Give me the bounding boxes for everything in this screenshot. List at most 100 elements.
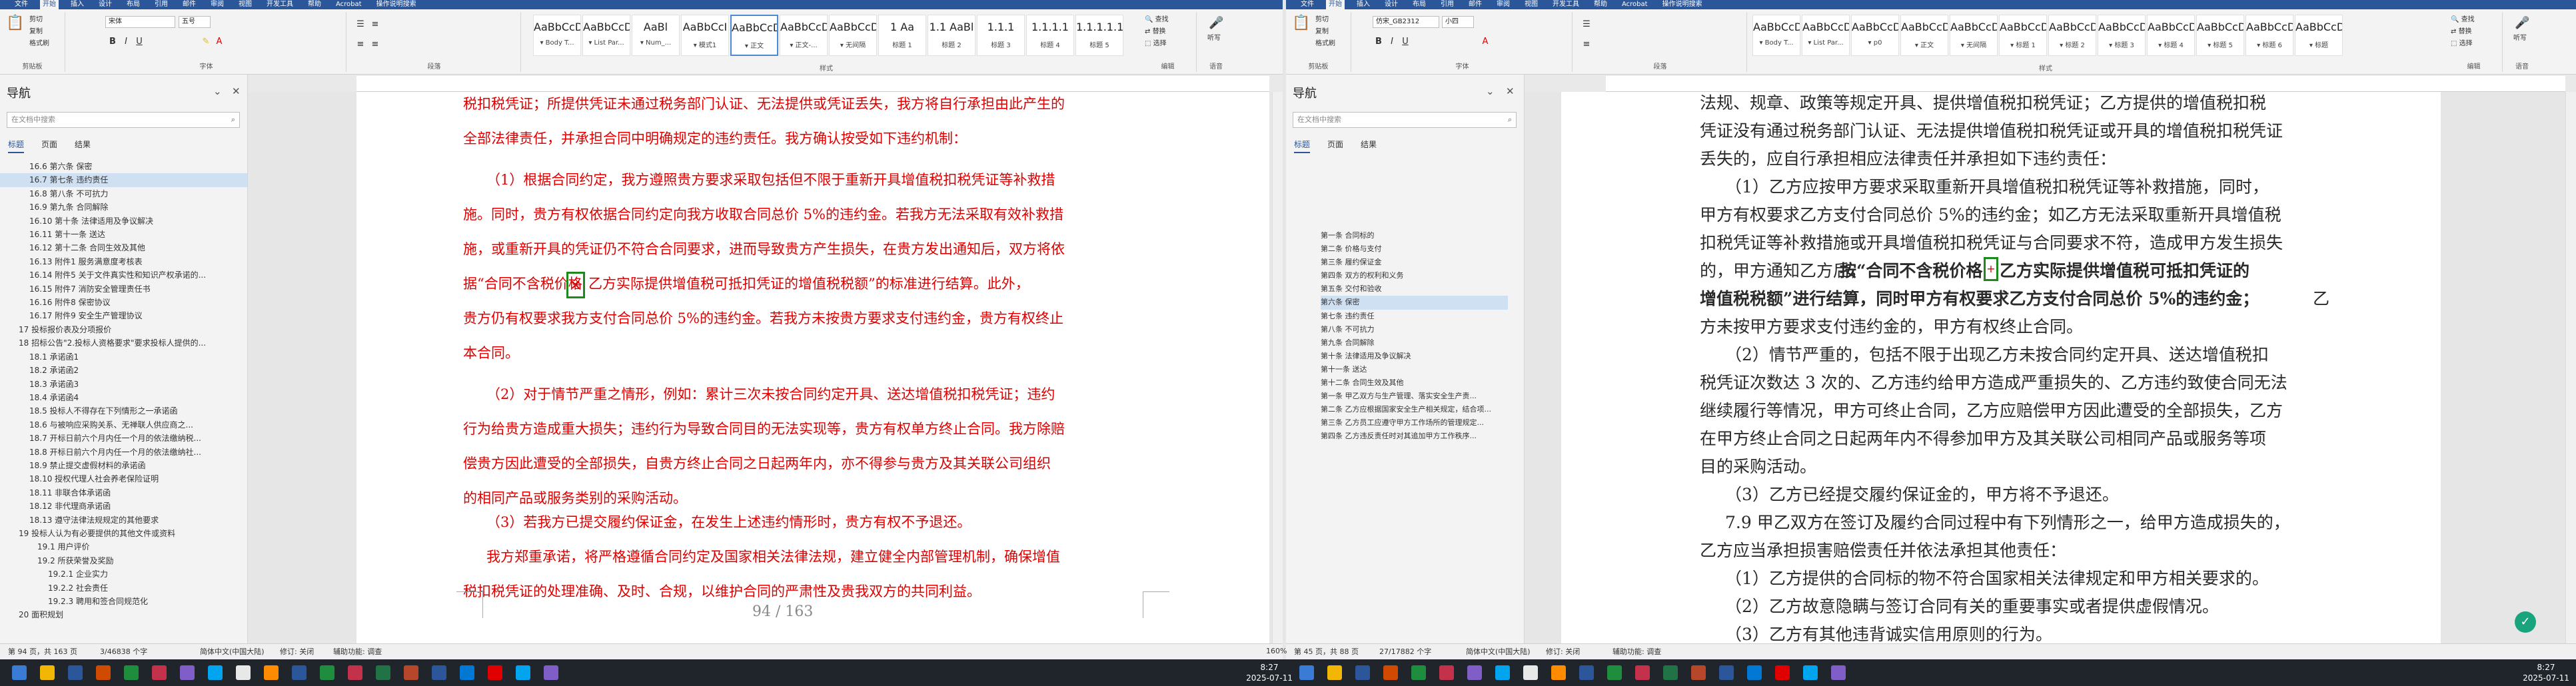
ribbon-tab[interactable]: 文件 bbox=[1298, 0, 1317, 9]
taskbar-app-icon[interactable] bbox=[96, 665, 111, 680]
style-item[interactable]: 1.1.1.1.1 标题 5 bbox=[1075, 15, 1123, 56]
nav-heading-item[interactable]: 18.5 投标人不得存在下列情形之一承诺函 bbox=[0, 404, 247, 418]
taskbar-app-icon[interactable] bbox=[1607, 665, 1622, 680]
taskbar-app-icon[interactable] bbox=[152, 665, 167, 680]
nav-heading-item[interactable]: 18.9 禁止提交虚假材料的承诺函 bbox=[0, 459, 247, 472]
ribbon-tab[interactable]: 文件 bbox=[12, 0, 31, 9]
ribbon-tab[interactable]: 邮件 bbox=[180, 0, 199, 9]
style-item[interactable]: AaBbCcDc ▾ 正文 bbox=[730, 15, 778, 56]
nav-heading-item[interactable]: 第七条 违约责任 bbox=[1321, 310, 1508, 323]
font-name-combo[interactable]: 仿宋_GB2312 bbox=[1373, 16, 1439, 28]
nav-heading-item[interactable]: 18.8 开标日前六个月内任一个月的依法缴纳社... bbox=[0, 446, 247, 459]
status-language[interactable]: 简体中文(中国大陆) bbox=[1466, 644, 1531, 659]
style-item[interactable]: AaBbCcDc ▾ 标题 3 bbox=[2098, 15, 2146, 56]
taskbar-app-icon[interactable] bbox=[1579, 665, 1594, 680]
nav-heading-item[interactable]: 18.10 授权代理人社会养老保险证明 bbox=[0, 472, 247, 486]
nav-search-input[interactable]: 在文档中搜索 ⌕ bbox=[7, 112, 240, 128]
style-item[interactable]: AaBbCcDc ▾ 标题 1 bbox=[1999, 15, 2047, 56]
taskbar-app-icon[interactable] bbox=[1691, 665, 1706, 680]
taskbar-app-icon[interactable] bbox=[1803, 665, 1818, 680]
nav-tab[interactable]: 结果 bbox=[1361, 139, 1377, 153]
underline-icon[interactable]: U bbox=[133, 36, 145, 48]
taskbar-app-icon[interactable] bbox=[1411, 665, 1426, 680]
nav-tab[interactable]: 页面 bbox=[1327, 139, 1343, 153]
ribbon-tab[interactable]: 开发工具 bbox=[264, 0, 296, 9]
bold-icon[interactable]: B bbox=[1373, 36, 1385, 48]
ribbon-tab[interactable]: 邮件 bbox=[1466, 0, 1485, 9]
ribbon-tab[interactable]: 操作说明搜索 bbox=[374, 0, 419, 9]
nav-heading-item[interactable]: 16.7 第七条 违约责任 bbox=[0, 173, 247, 187]
paste-icon[interactable]: 📋 bbox=[1291, 16, 1311, 41]
dictate-icon[interactable]: 🎤 bbox=[2515, 17, 2529, 29]
status-words[interactable]: 3/46838 个字 bbox=[100, 644, 147, 659]
nav-search-input[interactable]: 在文档中搜索 ⌕ bbox=[1293, 112, 1517, 128]
paste-icon[interactable]: 📋 bbox=[5, 16, 25, 41]
taskbar-app-icon[interactable] bbox=[124, 665, 139, 680]
taskbar-app-icon[interactable] bbox=[1327, 665, 1342, 680]
style-item[interactable]: AaBbCcDc ▾ 无间隔 bbox=[1950, 15, 1998, 56]
ribbon-tab[interactable]: 引用 bbox=[1438, 0, 1457, 9]
nav-heading-item[interactable]: 16.16 附件8 保密协议 bbox=[0, 296, 247, 309]
zoom-level[interactable]: 160% bbox=[1266, 643, 1293, 659]
nav-heading-item[interactable]: 第十一条 送达 bbox=[1321, 363, 1508, 376]
italic-icon[interactable]: I bbox=[1386, 36, 1398, 48]
taskbar-app-icon[interactable] bbox=[1719, 665, 1734, 680]
right-scrollbar[interactable] bbox=[2565, 92, 2576, 643]
nav-heading-item[interactable]: 16.12 第十二条 合同生效及其他 bbox=[0, 241, 247, 254]
nav-options-icon[interactable]: ⌄ bbox=[1486, 85, 1495, 97]
nav-heading-item[interactable]: 18 招标公告"2.投标人资格要求"要求投标人提供的... bbox=[0, 336, 247, 350]
nav-heading-item[interactable]: 第十二条 合同生效及其他 bbox=[1321, 376, 1508, 390]
taskbar-app-icon[interactable] bbox=[236, 665, 251, 680]
align-center-icon[interactable]: ≡ bbox=[369, 39, 381, 51]
taskbar-app-icon[interactable] bbox=[1551, 665, 1566, 680]
format-painter-button[interactable]: 格式刷 bbox=[29, 39, 49, 49]
nav-heading-item[interactable]: 16.6 第六条 保密 bbox=[0, 160, 247, 173]
nav-heading-item[interactable]: 16.10 第十条 法律适用及争议解决 bbox=[0, 214, 247, 228]
ribbon-tab[interactable]: 帮助 bbox=[305, 0, 324, 9]
style-item[interactable]: AaBbCcDc ▾ p0 bbox=[1851, 15, 1899, 56]
ribbon-tab[interactable]: 操作说明搜索 bbox=[1660, 0, 1705, 9]
nav-heading-item[interactable]: 19.2 所获荣誉及奖励 bbox=[0, 554, 247, 567]
status-accessibility[interactable]: 辅助功能: 调查 bbox=[333, 644, 382, 659]
status-language[interactable]: 简体中文(中国大陆) bbox=[200, 644, 265, 659]
ribbon-tab[interactable]: 审阅 bbox=[1494, 0, 1513, 9]
nav-close-icon[interactable]: ✕ bbox=[232, 85, 241, 97]
ribbon-tab[interactable]: Acrobat bbox=[333, 0, 364, 9]
nav-heading-item[interactable]: 第四条 乙方违反责任时对其追加甲方工作秩序... bbox=[1321, 430, 1508, 443]
nav-heading-item[interactable]: 16.11 第十一条 送达 bbox=[0, 228, 247, 241]
ribbon-tab[interactable]: Acrobat bbox=[1619, 0, 1650, 9]
taskbar-app-icon[interactable] bbox=[544, 665, 558, 680]
nav-tab[interactable]: 结果 bbox=[75, 139, 91, 153]
nav-heading-item[interactable]: 19 投标人认为有必要提供的其他文件或资料 bbox=[0, 527, 247, 540]
style-item[interactable]: AaBbCcDc ▾ Body T... bbox=[1752, 15, 1800, 56]
taskbar-app-icon[interactable] bbox=[404, 665, 418, 680]
taskbar-app-icon[interactable] bbox=[40, 665, 55, 680]
taskbar-app-icon[interactable] bbox=[208, 665, 223, 680]
nav-heading-item[interactable]: 16.9 第九条 合同解除 bbox=[0, 200, 247, 214]
taskbar-app-icon[interactable] bbox=[1663, 665, 1678, 680]
nav-heading-item[interactable]: 16.14 附件5 关于文件真实性和知识产权承诺的... bbox=[0, 268, 247, 282]
style-item[interactable]: AaBbCcDc ▾ 标题 2 bbox=[2048, 15, 2096, 56]
nav-heading-item[interactable]: 18.7 开标日前六个月内任一个月的依法缴纳税... bbox=[0, 432, 247, 445]
ribbon-tab[interactable]: 设计 bbox=[96, 0, 115, 9]
font-color-icon[interactable]: A bbox=[213, 36, 225, 48]
style-item[interactable]: AaBbCcDc ▾ Body T... bbox=[533, 15, 581, 56]
replace-button[interactable]: ⇄ 替换 bbox=[1145, 27, 1166, 37]
copy-button[interactable]: 复制 bbox=[1315, 27, 1329, 37]
style-item[interactable]: 1.1.1.1 标题 4 bbox=[1026, 15, 1074, 56]
status-page[interactable]: 第 45 页，共 88 页 bbox=[1294, 644, 1359, 659]
ribbon-tab[interactable]: 视图 bbox=[1522, 0, 1541, 9]
ribbon-tab[interactable]: 开始 bbox=[1326, 0, 1345, 9]
align-left-icon[interactable]: ≡ bbox=[1581, 39, 1593, 51]
nav-heading-item[interactable]: 18.11 非联合体承诺函 bbox=[0, 486, 247, 500]
nav-heading-item[interactable]: 16.8 第八条 不可抗力 bbox=[0, 187, 247, 200]
numbering-icon[interactable]: ≡ bbox=[369, 19, 381, 31]
dictate-icon[interactable]: 🎤 bbox=[1209, 17, 1223, 29]
copy-button[interactable]: 复制 bbox=[29, 27, 43, 37]
taskbar-app-icon[interactable] bbox=[292, 665, 307, 680]
bullets-icon[interactable]: ☰ bbox=[1581, 19, 1593, 31]
font-color-icon[interactable]: A bbox=[1479, 36, 1491, 48]
ribbon-tab[interactable]: 设计 bbox=[1382, 0, 1401, 9]
nav-options-icon[interactable]: ⌄ bbox=[213, 85, 222, 97]
style-item[interactable]: AaBbCcDc ▾ 正文-... bbox=[780, 15, 828, 56]
